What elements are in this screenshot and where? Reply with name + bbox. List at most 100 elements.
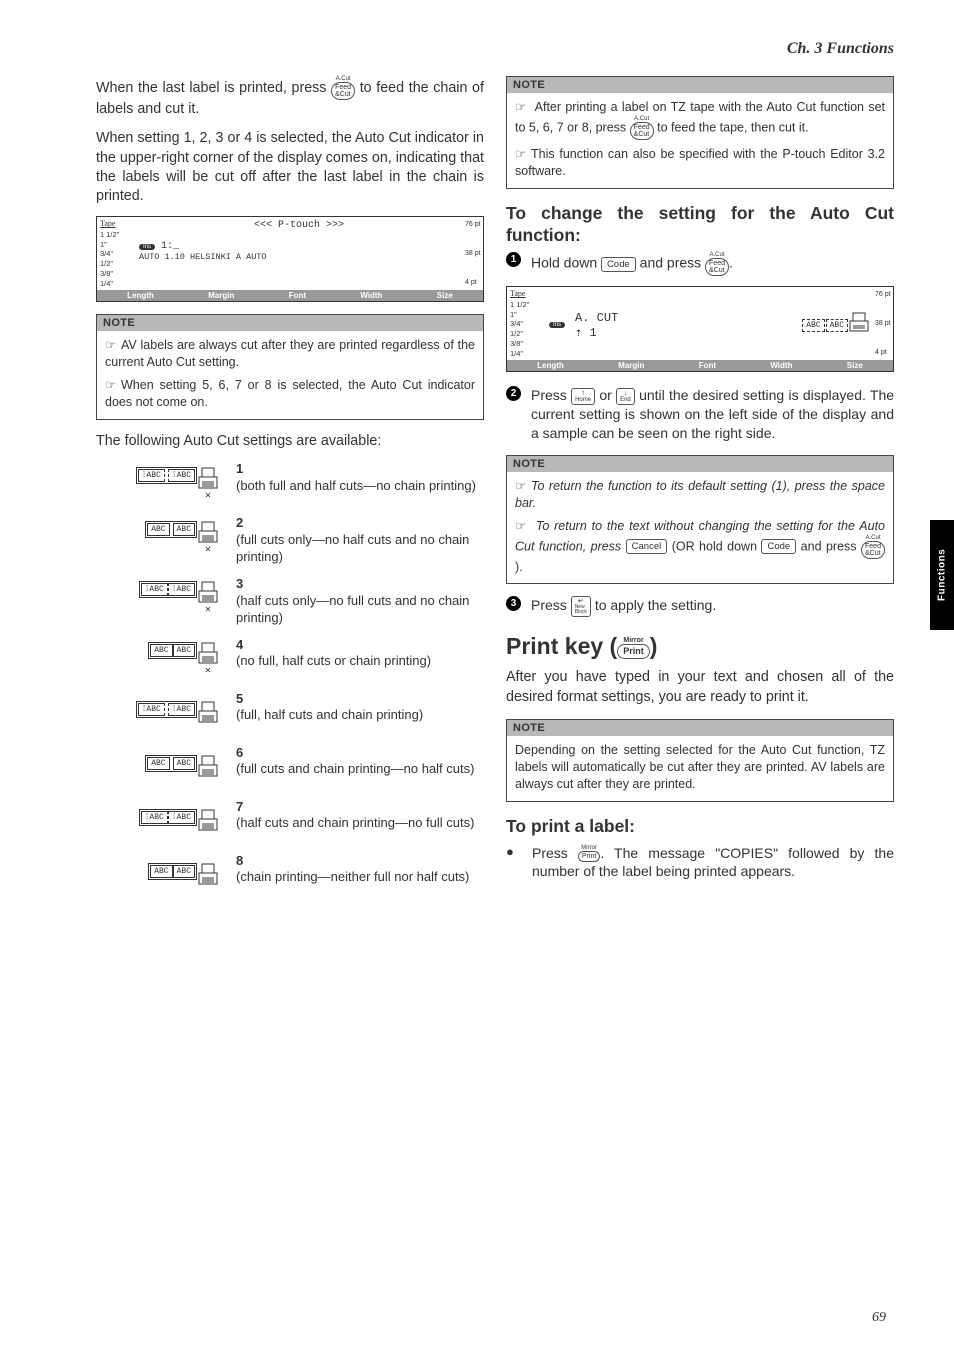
setting-num: 6 — [236, 745, 474, 762]
setting-text: (chain printing—neither full nor half cu… — [236, 869, 469, 884]
setting-visual: ⁞ABC⁞ABC — [96, 799, 218, 843]
setting-visual: ⁞ABC⁞ABC✕ — [96, 461, 218, 505]
tape-size: 1/2" — [100, 259, 132, 269]
lcd-b: 1 — [589, 326, 596, 340]
print-h-post: ) — [650, 633, 658, 659]
tape-size: 1" — [100, 240, 132, 250]
setting-desc: 3(half cuts only—no full cuts and no cha… — [236, 576, 484, 627]
pt-val: 76 pt — [465, 221, 481, 228]
setting-desc: 2(full cuts only—no half cuts and no cha… — [236, 515, 484, 566]
note-line: ☞To return the function to its default s… — [515, 478, 885, 512]
lcd-a: A. CUT — [575, 311, 618, 325]
step1-b: and press — [640, 255, 705, 271]
printer-icon — [849, 312, 869, 338]
setting-num: 8 — [236, 853, 469, 870]
note-line: ☞ After printing a label on TZ tape with… — [515, 99, 885, 140]
lbl: Margin — [208, 291, 234, 300]
tape-size: 1" — [510, 310, 542, 320]
chapter-title: Ch. 3 Functions — [96, 40, 894, 58]
code-key: Code — [601, 257, 636, 272]
setting-row: ⁞ABC⁞ABC✕ 3(half cuts only—no full cuts … — [96, 576, 484, 627]
avail-para: The following Auto Cut settings are avai… — [96, 432, 484, 451]
home-key: ↑Home — [571, 388, 595, 405]
lcd-labels: Length Margin Font Width Size — [507, 360, 893, 371]
tape-size: 1/4" — [100, 279, 132, 289]
tape-col: Tape 1 1/2" 1" 3/4" 1/2" 3/8" 1/4" — [97, 217, 135, 290]
step1-c: . — [729, 255, 733, 271]
note-box-top: NOTE ☞ After printing a label on TZ tape… — [506, 76, 894, 189]
setting-num: 4 — [236, 637, 431, 654]
note-text: Depending on the setting selected for th… — [515, 742, 885, 793]
step2-b: or — [599, 387, 616, 403]
print-key-icon: MirrorPrint — [578, 845, 600, 862]
note-text: To return the function to its default se… — [515, 479, 885, 510]
setting-desc: 4(no full, half cuts or chain printing) — [236, 637, 431, 671]
page-number: 69 — [872, 1310, 886, 1326]
print-step: ● Press MirrorPrint. The message "COPIES… — [506, 844, 894, 882]
side-tab: Functions — [930, 520, 954, 630]
right-column: NOTE ☞ After printing a label on TZ tape… — [506, 76, 894, 907]
bullet-icon: ● — [506, 844, 522, 859]
note-box-3: NOTE Depending on the setting selected f… — [506, 719, 894, 802]
note-text-post: ). — [515, 560, 523, 574]
setting-text: (half cuts only—no full cuts and no chai… — [236, 593, 469, 625]
abc-icon: ABC — [802, 319, 824, 332]
setting-desc: 5(full, half cuts and chain printing) — [236, 691, 423, 725]
note-text-b: to feed the tape, then cut it. — [657, 120, 809, 134]
note-box-2: NOTE ☞To return the function to its defa… — [506, 455, 894, 585]
feed-btn: Feed&Cut — [331, 82, 355, 100]
setting-row: ⁞ABC⁞ABC 7(half cuts and chain printing—… — [96, 799, 484, 843]
tape-size: 1/4" — [510, 349, 542, 359]
pt-val: 76 pt — [875, 291, 891, 298]
ins-badge: Ins — [549, 322, 565, 328]
feed-btn: Feed&Cut — [861, 541, 885, 559]
setting-row: ABCABC✕ 2(full cuts only—no half cuts an… — [96, 515, 484, 566]
pointer-icon: ☞ — [515, 518, 531, 535]
step-3: 3 Press ↵NewBlock to apply the setting. — [506, 596, 894, 617]
cancel-key: Cancel — [626, 539, 668, 554]
setting-row: ⁞ABC⁞ABC 5(full, half cuts and chain pri… — [96, 691, 484, 735]
setting-visual: ABCABC✕ — [96, 515, 218, 559]
feed-icon: A.Cut Feed&Cut — [331, 76, 355, 100]
print-intro: After you have typed in your text and ch… — [506, 668, 894, 707]
note-line: ☞AV labels are always cut after they are… — [105, 337, 475, 371]
tape-size: 3/8" — [510, 339, 542, 349]
pt-val: 4 pt — [875, 349, 891, 356]
setting-desc: 7(half cuts and chain printing—no full c… — [236, 799, 474, 833]
setting-num: 5 — [236, 691, 423, 708]
tape-size: 3/4" — [100, 249, 132, 259]
settings-list: ⁞ABC⁞ABC✕ 1(both full and half cuts—no c… — [96, 461, 484, 896]
tape-size: 1 1/2" — [100, 230, 132, 240]
intro1-a: When the last label is printed, press — [96, 80, 331, 96]
heading-print-label: To print a label: — [506, 816, 894, 838]
note-text: AV labels are always cut after they are … — [105, 338, 475, 369]
intro-para-1: When the last label is printed, press A.… — [96, 76, 484, 119]
setting-desc: 8(chain printing—neither full nor half c… — [236, 853, 469, 887]
step1-a: Hold down — [531, 255, 601, 271]
note-line: ☞When setting 5, 6, 7 or 8 is selected, … — [105, 377, 475, 411]
ins-badge: Ins — [139, 244, 155, 250]
print-key-icon: MirrorPrint — [617, 637, 650, 659]
pt-val: 38 pt — [465, 250, 481, 257]
lcd-status: AUTO 1.10 HELSINKI A AUTO — [139, 252, 459, 262]
setting-row: ABCABC 8(chain printing—neither full nor… — [96, 853, 484, 897]
tape-size: 3/4" — [510, 319, 542, 329]
lbl: Font — [289, 291, 306, 300]
tape-size: 1 1/2" — [510, 300, 542, 310]
step-2: 2 Press ↑Home or ↓End until the desired … — [506, 386, 894, 443]
setting-text: (both full and half cuts—no chain printi… — [236, 478, 476, 493]
pointer-icon: ☞ — [105, 337, 121, 354]
note-header: NOTE — [507, 456, 893, 472]
step-number-icon: 2 — [506, 386, 521, 401]
lcd-display-1: Tape 1 1/2" 1" 3/4" 1/2" 3/8" 1/4" <<< P… — [96, 216, 484, 302]
lbl: Size — [847, 361, 863, 370]
pointer-icon: ☞ — [515, 99, 531, 116]
acut-label: A.Cut — [865, 535, 880, 541]
lcd-main: Ins A. CUT⇡ 1 ABC ABC — [545, 287, 873, 360]
setting-text: (half cuts and chain printing—no full cu… — [236, 815, 474, 830]
left-column: When the last label is printed, press A.… — [96, 76, 484, 907]
note-text: This function can also be specified with… — [515, 147, 885, 178]
tape-header: Tape — [510, 289, 542, 299]
setting-row: ABCABC 6(full cuts and chain printing—no… — [96, 745, 484, 789]
enter-key: ↵NewBlock — [571, 596, 591, 617]
